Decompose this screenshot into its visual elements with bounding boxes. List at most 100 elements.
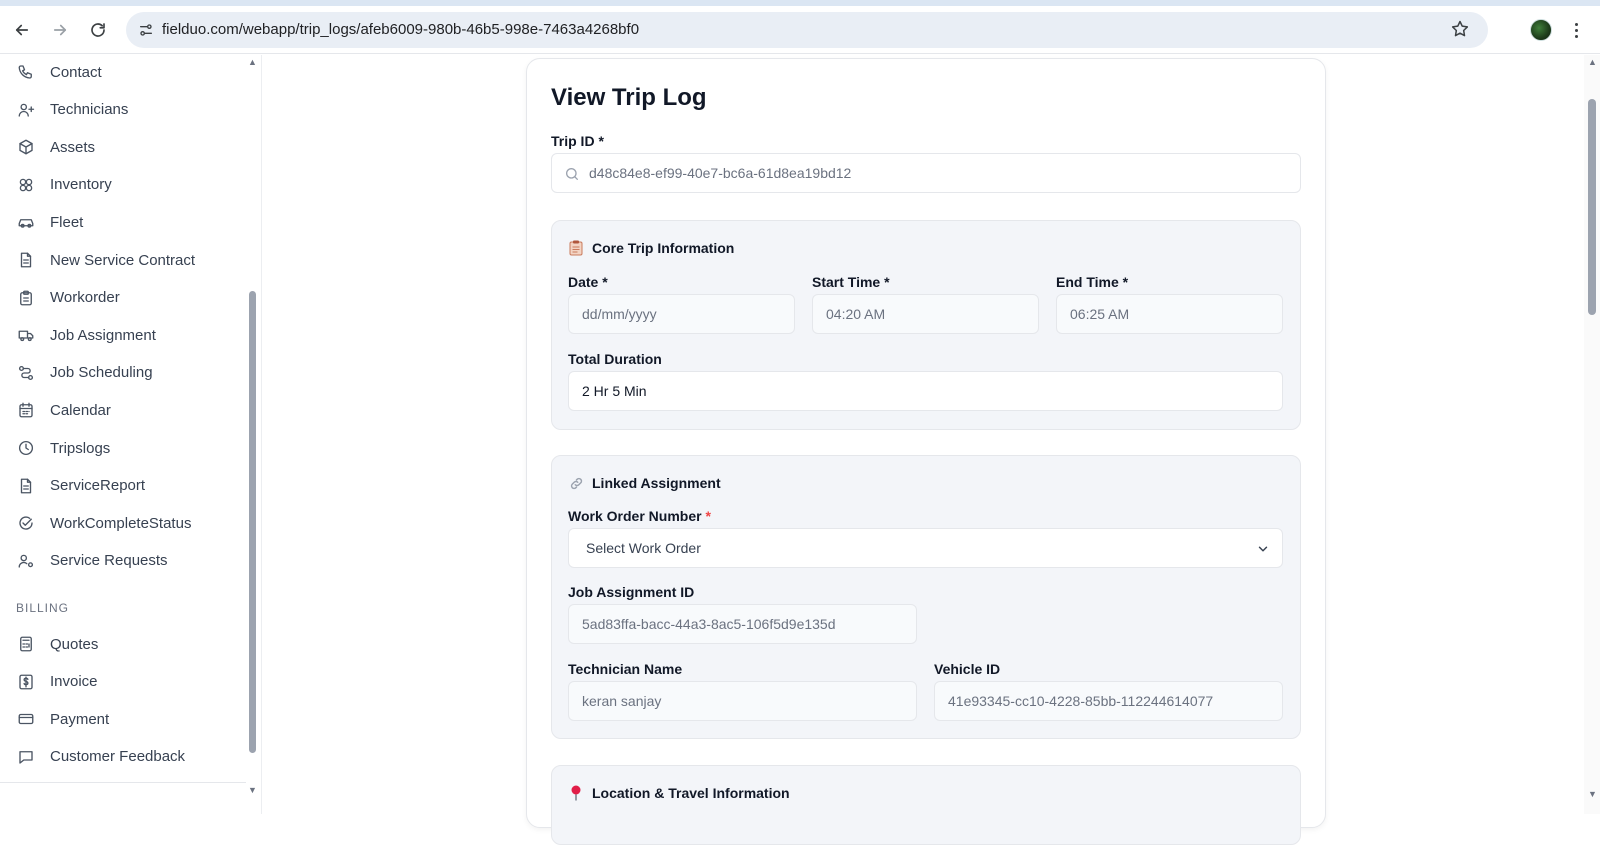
arrow-left-icon <box>15 24 29 36</box>
sidebar-item-inventory[interactable]: Inventory <box>16 171 112 199</box>
sidebar-scroll-thumb[interactable] <box>249 291 256 753</box>
sidebar-divider <box>0 782 246 783</box>
address-bar[interactable]: fielduo.com/webapp/trip_logs/afeb6009-98… <box>126 12 1488 48</box>
browser-menu-icon[interactable] <box>1570 18 1582 42</box>
sidebar-item-label: Inventory <box>50 176 112 194</box>
sidebar-item-contact[interactable]: Contact <box>16 58 102 86</box>
technician-field[interactable]: keran sanjay <box>568 681 917 721</box>
tab-strip <box>0 0 1600 6</box>
sidebar-item-label: Contact <box>50 63 102 81</box>
date-label: Date * <box>568 274 608 290</box>
user-cog-icon <box>16 551 36 571</box>
sidebar-item-workorder[interactable]: Workorder <box>16 284 120 312</box>
boxes-icon <box>16 175 36 195</box>
page-scroll-thumb[interactable] <box>1588 99 1596 315</box>
sidebar-item-label: Job Scheduling <box>50 364 153 382</box>
location-section <box>551 765 1301 845</box>
page-title: View Trip Log <box>551 84 707 111</box>
clipboard-emoji-icon <box>568 240 584 256</box>
page-scroll-up-icon[interactable]: ▲ <box>1588 57 1597 67</box>
start-time-label: Start Time * <box>812 274 890 290</box>
work-order-select[interactable]: Select Work Order <box>568 528 1283 568</box>
check-circle-icon <box>16 513 36 533</box>
page-scroll-down-icon[interactable]: ▼ <box>1588 789 1597 799</box>
calculator-icon <box>16 634 36 654</box>
browser-toolbar: fielduo.com/webapp/trip_logs/afeb6009-98… <box>0 0 1600 54</box>
sidebar-item-workcompletestatus[interactable]: WorkCompleteStatus <box>16 509 191 537</box>
search-icon <box>566 168 578 180</box>
sidebar-item-label: Calendar <box>50 401 111 419</box>
route-icon <box>16 363 36 383</box>
forward-button[interactable] <box>48 18 72 42</box>
reload-button[interactable] <box>86 18 110 42</box>
clock-icon <box>16 438 36 458</box>
sidebar-item-label: WorkCompleteStatus <box>50 514 192 532</box>
sidebar-item-fleet[interactable]: Fleet <box>16 208 83 236</box>
sidebar-item-label: Assets <box>50 138 96 156</box>
trip-id-value: d48c84e8-ef99-40e7-bc6a-61d8ea19bd12 <box>589 165 852 181</box>
box-icon <box>16 137 36 157</box>
sidebar-item-technicians[interactable]: Technicians <box>16 96 128 124</box>
vehicle-field[interactable]: 41e93345-cc10-4228-85bb-112244614077 <box>934 681 1283 721</box>
sidebar-item-calendar[interactable]: Calendar <box>16 396 111 424</box>
trip-id-field[interactable]: d48c84e8-ef99-40e7-bc6a-61d8ea19bd12 <box>551 153 1301 193</box>
dollar-icon <box>16 672 36 692</box>
sidebar-item-label: Payment <box>50 710 110 728</box>
site-info-icon[interactable] <box>134 18 158 42</box>
work-order-label: Work Order Number * <box>568 508 711 524</box>
sidebar-item-label: Customer Feedback <box>50 748 186 766</box>
total-duration-field[interactable]: 2 Hr 5 Min <box>568 371 1283 411</box>
sidebar-item-label: Technicians <box>50 101 129 119</box>
vehicle-label: Vehicle ID <box>934 661 1001 677</box>
core-trip-title: Core Trip Information <box>568 240 734 256</box>
location-title: Location & Travel Information <box>568 785 790 801</box>
sidebar-item-invoice[interactable]: Invoice <box>16 668 98 696</box>
sidebar-item-label: New Service Contract <box>50 251 196 269</box>
sidebar-item-assets[interactable]: Assets <box>16 133 95 161</box>
sidebar-item-payment[interactable]: Payment <box>16 705 109 733</box>
technician-label: Technician Name <box>568 661 683 677</box>
message-icon <box>16 747 36 767</box>
sidebar-scrollbar[interactable]: ▲ ▼ <box>246 55 260 814</box>
scroll-up-arrow-icon[interactable]: ▲ <box>248 57 257 67</box>
sidebar-item-label: ServiceReport <box>50 477 146 495</box>
sidebar-item-job-assignment[interactable]: Job Assignment <box>16 321 156 349</box>
work-order-selected: Select Work Order <box>586 540 701 556</box>
date-field[interactable]: dd/mm/yyyy <box>568 294 795 334</box>
sidebar-item-tripslogs[interactable]: Tripslogs <box>16 434 110 462</box>
sidebar-item-quotes[interactable]: Quotes <box>16 630 98 658</box>
clipboard-icon <box>16 288 36 308</box>
sidebar: Contact Technicians Assets Inventory Fleet Ne… <box>0 55 262 814</box>
sidebar-item-job-scheduling[interactable]: Job Scheduling <box>16 359 153 387</box>
end-time-field[interactable]: 06:25 AM <box>1056 294 1283 334</box>
start-time-field[interactable]: 04:20 AM <box>812 294 1039 334</box>
sidebar-item-label: Service Requests <box>50 552 168 570</box>
billing-heading: BILLING <box>16 601 70 615</box>
bookmark-star-icon[interactable] <box>1450 19 1472 41</box>
sidebar-item-label: Quotes <box>50 635 99 653</box>
arrow-right-icon <box>53 24 67 36</box>
job-assignment-field[interactable]: 5ad83ffa-bacc-44a3-8ac5-106f5d9e135d <box>568 604 917 644</box>
url-text[interactable]: fielduo.com/webapp/trip_logs/afeb6009-98… <box>162 21 639 38</box>
credit-card-icon <box>16 709 36 729</box>
sidebar-item-label: Fleet <box>50 213 84 231</box>
trip-id-label: Trip ID * <box>551 133 604 149</box>
sidebar-item-servicereport[interactable]: ServiceReport <box>16 472 145 500</box>
truck-icon <box>16 325 36 345</box>
total-duration-label: Total Duration <box>568 351 662 367</box>
link-emoji-icon <box>568 475 584 491</box>
phone-icon <box>16 62 36 82</box>
page-scrollbar[interactable]: ▲ ▼ <box>1584 55 1600 814</box>
scroll-down-arrow-icon[interactable]: ▼ <box>248 785 257 795</box>
sidebar-item-customer-feedback[interactable]: Customer Feedback <box>16 743 185 771</box>
reload-icon <box>91 23 105 37</box>
profile-avatar[interactable] <box>1530 19 1552 41</box>
back-button[interactable] <box>10 18 34 42</box>
sidebar-item-label: Job Assignment <box>50 326 156 344</box>
end-time-label: End Time * <box>1056 274 1129 290</box>
linked-assignment-title: Linked Assignment <box>568 475 721 491</box>
sidebar-item-label: Invoice <box>50 673 98 691</box>
file-text-icon <box>16 250 36 270</box>
sidebar-item-service-requests[interactable]: Service Requests <box>16 547 168 575</box>
sidebar-item-new-service-contract[interactable]: New Service Contract <box>16 246 195 274</box>
